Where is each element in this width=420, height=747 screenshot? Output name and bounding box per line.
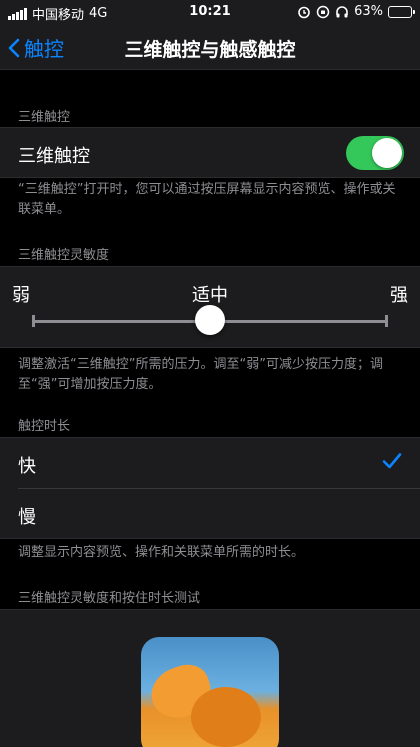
toggle-knob [372, 138, 402, 168]
duration-option-label: 慢 [18, 507, 36, 528]
slider-tick-max [385, 315, 388, 327]
status-right: 63% [297, 4, 415, 19]
flower-petal [191, 687, 261, 747]
alarm-icon [298, 6, 310, 18]
section-header-duration: 触控时长 [18, 419, 71, 434]
section-header-sensitivity: 三维触控灵敏度 [18, 248, 110, 263]
section-header-test: 三维触控灵敏度和按住时长测试 [18, 591, 201, 606]
3d-touch-footer: “三维触控”打开时，您可以通过按压屏幕显示内容预览、操作或关联菜单。 [18, 182, 396, 217]
page-title: 三维触控与触感触控 [124, 39, 296, 61]
sensitivity-mid-label: 适中 [192, 285, 228, 306]
orientation-lock-icon [316, 5, 330, 18]
checkmark-icon [382, 453, 402, 469]
test-preview-image[interactable] [141, 637, 279, 747]
sensitivity-slider-thumb[interactable] [195, 305, 225, 335]
sensitivity-footer: 调整激活“三维触控”所需的压力。调至“弱”可减少按压力度；调至“强”可增加按压力… [18, 357, 383, 392]
headphones-icon [336, 5, 348, 17]
duration-option-slow[interactable]: 慢 [0, 489, 420, 540]
navigation-bar: 触控 三维触控与触感触控 [0, 24, 420, 70]
duration-footer: 调整显示内容预览、操作和关联菜单所需的时长。 [18, 545, 305, 560]
duration-option-label: 快 [18, 456, 36, 477]
slider-tick-min [32, 315, 35, 327]
duration-list: 快 慢 [0, 437, 420, 539]
duration-option-fast[interactable]: 快 [0, 438, 420, 489]
sensitivity-cell: 弱 适中 强 [0, 266, 420, 348]
3d-touch-label: 三维触控 [18, 146, 90, 167]
section-header-3d-touch: 三维触控 [18, 110, 71, 125]
3d-touch-toggle[interactable] [346, 136, 404, 170]
3d-touch-cell: 三维触控 [0, 127, 420, 178]
sensitivity-high-label: 强 [390, 285, 408, 306]
status-bar: 中国移动 4G 10:21 63% [0, 0, 420, 24]
battery-percent: 63% [354, 4, 383, 19]
battery-icon [388, 5, 415, 18]
